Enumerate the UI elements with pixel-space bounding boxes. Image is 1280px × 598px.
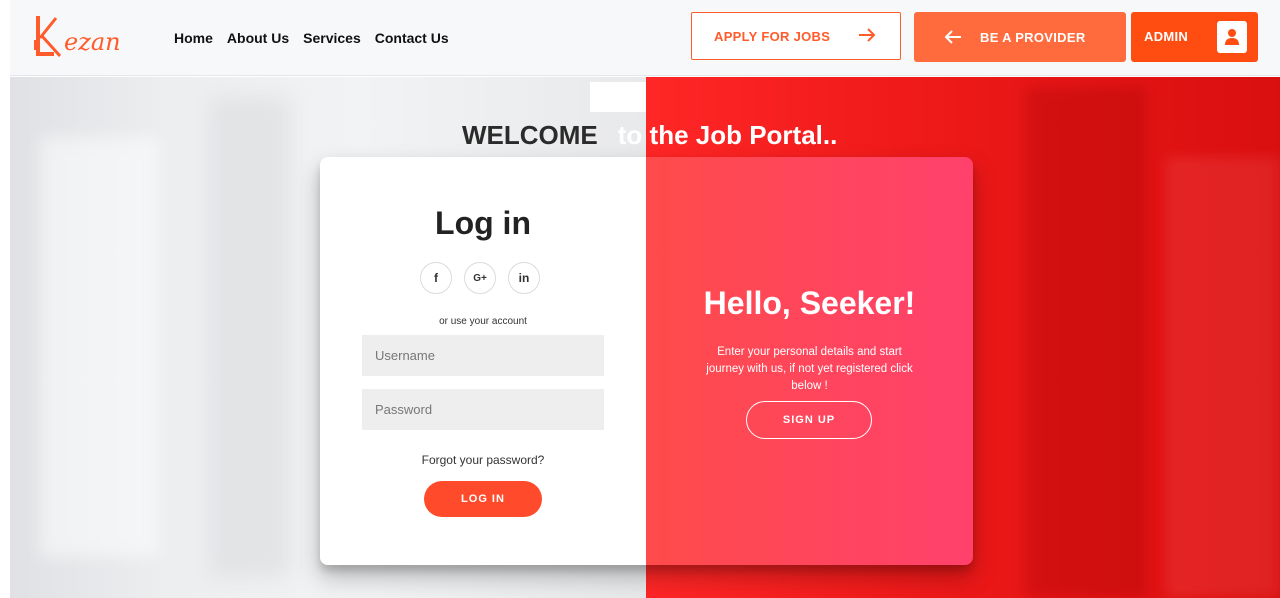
forgot-password-link[interactable]: Forgot your password?: [320, 453, 646, 467]
svg-text:ezan: ezan: [64, 28, 121, 56]
username-input[interactable]: [362, 335, 604, 376]
be-a-provider-button[interactable]: BE A PROVIDER: [914, 12, 1126, 62]
signup-panel: Hello, Seeker! Enter your personal detai…: [646, 157, 973, 565]
background-shadow: [1026, 87, 1146, 597]
page-edge: [0, 0, 10, 77]
main-nav: Home About Us Services Contact Us: [174, 30, 449, 46]
arrow-left-icon: [944, 29, 962, 48]
alt-login-text: or use your account: [439, 316, 527, 327]
background-blur: [40, 137, 160, 557]
nav-services[interactable]: Services: [303, 30, 361, 46]
linkedin-icon[interactable]: in: [508, 262, 540, 294]
google-plus-icon[interactable]: G+: [464, 262, 496, 294]
background-highlight: [590, 82, 646, 112]
welcome-subtitle: to the Job Portal..: [617, 120, 838, 150]
user-icon: [1217, 21, 1247, 53]
brand-logo[interactable]: ezan: [34, 14, 144, 60]
welcome-heading: WELCOME to the Job Portal..: [462, 120, 837, 151]
page-edge: [0, 77, 10, 598]
social-login-row: f G+ in: [420, 262, 540, 294]
signup-title: Hello, Seeker!: [703, 285, 916, 321]
provider-label: BE A PROVIDER: [980, 30, 1086, 45]
login-button[interactable]: LOG IN: [424, 481, 542, 517]
kezan-logo-icon: ezan: [34, 16, 121, 58]
background-shadow: [1166, 157, 1280, 597]
password-input[interactable]: [362, 389, 604, 430]
admin-button[interactable]: ADMIN: [1131, 12, 1258, 62]
signup-description: Enter your personal details and start jo…: [706, 346, 913, 392]
welcome-word: WELCOME: [462, 120, 598, 150]
admin-label: ADMIN: [1144, 29, 1189, 44]
login-panel: Log in f G+ in or use your account Forgo…: [320, 157, 646, 565]
background-blur: [210, 97, 290, 577]
auth-card: Log in f G+ in or use your account Forgo…: [320, 157, 973, 565]
apply-for-jobs-button[interactable]: APPLY FOR JOBS: [691, 12, 901, 60]
signup-button[interactable]: SIGN UP: [746, 401, 872, 439]
nav-home[interactable]: Home: [174, 30, 213, 46]
login-title: Log in: [435, 205, 531, 241]
nav-contact[interactable]: Contact Us: [375, 30, 449, 46]
arrow-right-icon: [858, 27, 876, 46]
facebook-icon[interactable]: f: [420, 262, 452, 294]
apply-label: APPLY FOR JOBS: [714, 28, 831, 44]
site-header: ezan Home About Us Services Contact Us A…: [10, 0, 1280, 76]
nav-about[interactable]: About Us: [227, 30, 289, 46]
